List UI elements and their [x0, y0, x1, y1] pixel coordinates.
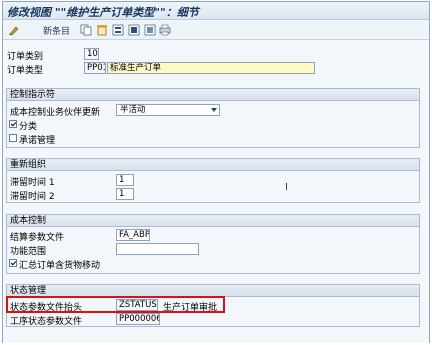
sap-window: 修改视图 ""维护生产订单类型""：细节 新条目 订单类别 10 订单类型 PP…: [2, 1, 430, 343]
control-indicators-title: 控制指示符: [7, 89, 419, 101]
costing-title: 成本控制: [7, 215, 419, 227]
text-cursor-icon: Ⅰ: [285, 182, 288, 193]
classification-label: 分类: [19, 122, 38, 132]
order-type-field[interactable]: PP01: [84, 62, 106, 74]
new-entries-label: 新条目: [43, 27, 71, 37]
status-profile-header-label: 状态参数文件抬头: [10, 303, 83, 313]
reorganization-group: 重新组织: [6, 158, 420, 203]
settlement-profile-label: 结算参数文件: [10, 233, 65, 243]
copy-icon[interactable]: [80, 24, 92, 37]
collective-order-label: 汇总订单含货物移动: [19, 261, 101, 271]
operation-status-profile-label: 工序状态参数文件: [10, 317, 83, 327]
application-toolbar: 新条目: [3, 21, 429, 40]
commitment-checkbox[interactable]: [9, 134, 17, 142]
residence-time-2-label: 滞留时间 2: [10, 192, 55, 202]
cost-collector-label: 成本控制业务伙伴更新: [10, 108, 101, 118]
order-type-label: 订单类型: [7, 66, 44, 76]
cost-collector-value: 半活动: [120, 105, 146, 115]
functional-area-label: 功能范围: [10, 247, 47, 257]
detail-screen: 订单类别 10 订单类型 PP01 标准生产订单 控制指示符 成本控制业务伙伴更…: [3, 41, 429, 343]
window-title: 修改视图 ""维护生产订单类型""：细节: [3, 2, 429, 20]
new-entries-button[interactable]: 新条目: [28, 24, 76, 37]
next-entry-icon[interactable]: [128, 24, 140, 37]
collective-order-checkbox[interactable]: [9, 259, 17, 267]
order-category-label: 订单类别: [7, 52, 44, 62]
order-type-description: 标准生产订单: [107, 62, 315, 74]
status-profile-header-input[interactable]: ZSTATUS: [116, 299, 158, 311]
residence-time-1-input[interactable]: 1: [116, 174, 134, 186]
order-category-field[interactable]: 10: [84, 48, 99, 60]
operation-status-profile-input[interactable]: PP000006: [116, 313, 160, 325]
chevron-down-icon: [211, 108, 217, 112]
select-all-icon[interactable]: [144, 24, 156, 37]
settlement-profile-input[interactable]: FA_ABP: [116, 229, 150, 241]
classification-checkbox[interactable]: [9, 120, 17, 128]
functional-area-input[interactable]: [116, 243, 199, 255]
reorganization-title: 重新组织: [7, 159, 419, 171]
control-indicators-group: 控制指示符: [6, 88, 420, 148]
change-display-icon[interactable]: [8, 24, 20, 37]
status-profile-header-text: 生产订单审批: [163, 303, 218, 313]
commitment-label: 承诺管理: [19, 136, 56, 146]
delete-icon[interactable]: [96, 24, 108, 37]
cost-collector-dropdown[interactable]: 半活动: [116, 104, 220, 116]
residence-time-2-input[interactable]: 1: [116, 188, 134, 200]
residence-time-1-label: 滞留时间 1: [10, 178, 55, 188]
print-icon[interactable]: [159, 24, 171, 37]
previous-entry-icon[interactable]: [112, 24, 124, 37]
